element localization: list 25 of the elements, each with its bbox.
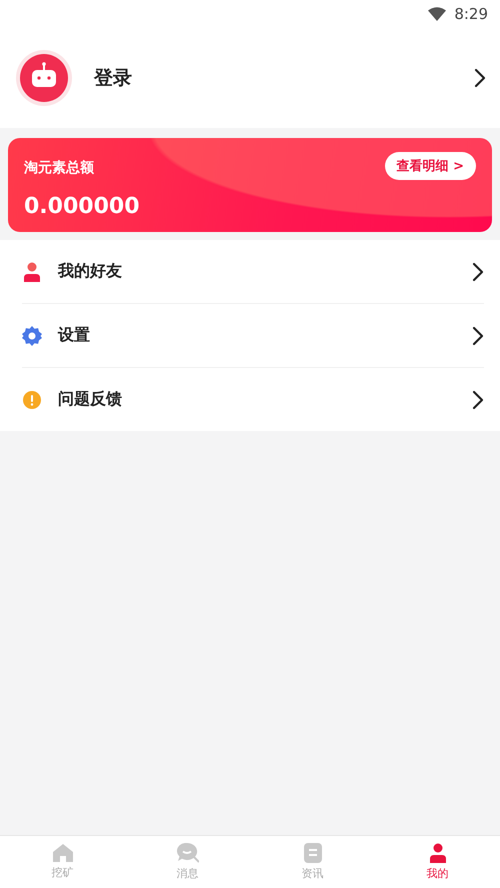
gear-icon: [22, 326, 42, 346]
exclamation-icon: [23, 390, 41, 408]
document-icon: [304, 843, 322, 863]
wifi-icon: [428, 7, 446, 21]
chevron-right-icon: [474, 68, 486, 88]
tab[interactable]: 消息: [125, 836, 250, 888]
tab[interactable]: 挖矿: [0, 836, 125, 888]
menu-item[interactable]: 问题反馈: [58, 389, 472, 410]
login-link[interactable]: 登录: [94, 65, 474, 91]
status-time: 8:29: [454, 5, 488, 23]
chevron-right-icon: [472, 262, 484, 282]
tab[interactable]: 我的: [375, 836, 500, 888]
home-icon: [52, 844, 72, 862]
balance-amount: 0.000000: [24, 194, 140, 219]
balance-title: 淘元素总额: [24, 159, 94, 177]
menu-item[interactable]: 设置: [58, 325, 472, 346]
chat-bubble-icon: [176, 843, 198, 863]
chevron-right-icon: [472, 390, 484, 410]
menu-item[interactable]: 我的好友: [58, 261, 472, 282]
person-icon: [428, 843, 446, 863]
details-button[interactable]: 查看明细 >: [384, 152, 476, 180]
chevron-right-icon: [472, 326, 484, 346]
robot-avatar-icon[interactable]: [16, 50, 72, 106]
person-icon: [23, 262, 41, 282]
tab[interactable]: 资讯: [250, 836, 375, 888]
